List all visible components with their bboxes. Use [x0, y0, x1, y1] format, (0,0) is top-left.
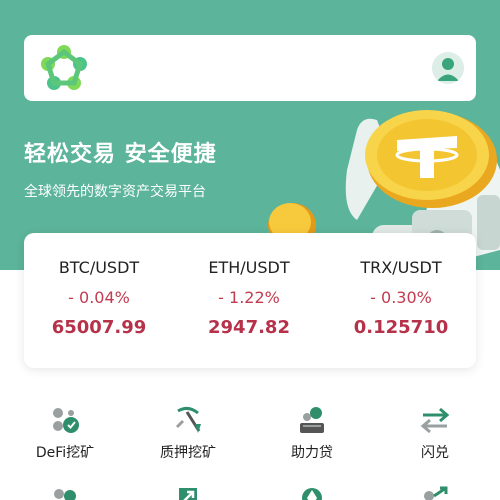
trend-up-icon [179, 488, 197, 500]
ticker-pair: TRX/USDT [360, 258, 442, 277]
ticker-change: - 0.30% [370, 288, 432, 307]
ticker-change: - 0.04% [68, 288, 130, 307]
ticker-pair: ETH/USDT [208, 258, 290, 277]
drop-icon [302, 488, 322, 500]
hero-title: 轻松交易 安全便捷 [24, 142, 217, 167]
feature-menu: DeFi挖矿 质押挖矿 助力贷 闪兑 [0, 400, 500, 500]
share-icon [424, 486, 448, 500]
ticker-change: - 1.22% [218, 288, 280, 307]
loan-icon [300, 407, 324, 433]
market-ticker-card: BTC/USDT - 0.04% 65007.99 ETH/USDT - 1.2… [24, 233, 476, 368]
menu-item-label: 助力贷 [291, 445, 333, 461]
brand-logo[interactable] [38, 42, 90, 94]
top-bar [24, 35, 476, 101]
ticker-price: 2947.82 [208, 317, 290, 338]
defi-mining-icon [53, 408, 79, 433]
swap-icon [420, 407, 450, 434]
menu-item-label: 闪兑 [421, 445, 449, 461]
ticker-pair: BTC/USDT [58, 258, 140, 277]
group-icon [54, 489, 76, 500]
pickaxe-icon [175, 406, 201, 433]
user-avatar-icon[interactable] [432, 52, 464, 84]
menu-item-label: 质押挖矿 [160, 445, 216, 461]
hero-subtitle: 全球领先的数字资产交易平台 [24, 184, 206, 200]
ticker-price: 65007.99 [51, 317, 147, 338]
ticker-price: 0.125710 [353, 317, 449, 338]
hero-banner: 轻松交易 安全便捷 全球领先的数字资产交易平台 [0, 0, 500, 270]
menu-item-label: DeFi挖矿 [35, 445, 95, 461]
